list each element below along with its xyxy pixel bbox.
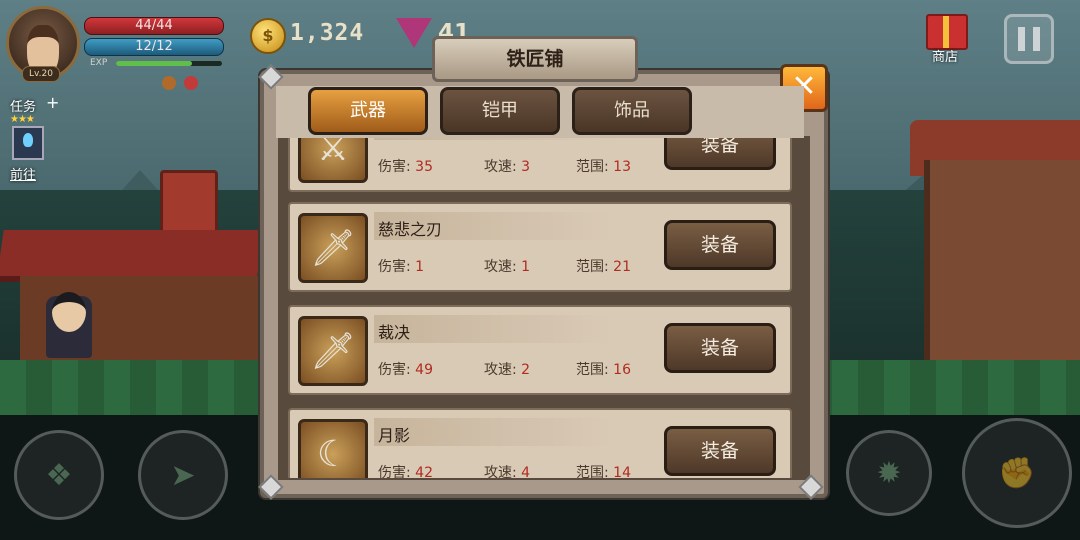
- weapon-name: 慈悲之刃: [378, 220, 443, 239]
- range-stat: 范围: 13: [576, 159, 631, 175]
- dialog-title: 铁匠铺: [506, 48, 564, 70]
- name-band: [374, 138, 614, 140]
- range-stat: 范围: 14: [576, 465, 631, 478]
- range-stat: 范围: 16: [576, 362, 631, 378]
- tab-weapons[interactable]: 武器: [308, 87, 428, 135]
- exp-label: EXP: [90, 58, 108, 68]
- equip-button[interactable]: 装备: [664, 138, 776, 170]
- task-label: 任务: [10, 100, 37, 115]
- house: [924, 160, 1080, 360]
- range-stat: 范围: 21: [576, 259, 631, 275]
- equip-button[interactable]: 装备: [664, 323, 776, 373]
- dash-button[interactable]: ➤: [138, 430, 228, 520]
- shop-label[interactable]: 商店: [926, 46, 964, 65]
- weapon-card: ⚔ 伤害: 35 攻速: 3 范围: 13 装备: [288, 138, 792, 192]
- attack-button[interactable]: ✊: [962, 418, 1072, 528]
- speed-stat: 攻速: 4: [484, 465, 531, 478]
- blade-steel-icon: 🗡: [298, 316, 368, 386]
- exp-bar-fill: [116, 61, 193, 66]
- skill-button-1[interactable]: ❖: [14, 430, 104, 520]
- speed-stat: 攻速: 1: [484, 259, 531, 275]
- damage-stat: 伤害: 35: [378, 159, 433, 175]
- sword-green-icon: 🗡: [298, 213, 368, 283]
- tab-armor[interactable]: 铠甲: [440, 87, 560, 135]
- weapon-card: 🗡 裁决 伤害: 49 攻速: 2 范围: 16 装备: [288, 305, 792, 395]
- gem-icon: [396, 18, 432, 48]
- weapon-card: ☾ 月影 伤害: 42 攻速: 4 范围: 14 装备: [288, 408, 792, 478]
- shop-gift-icon[interactable]: [926, 14, 968, 50]
- burst-icon: ✹: [876, 455, 902, 491]
- tab-accessories[interactable]: 饰品: [572, 87, 692, 135]
- quest-stars: ★★★: [10, 114, 35, 125]
- curved-blade-icon: ☾: [298, 419, 368, 478]
- buff-icon: [162, 76, 176, 90]
- pause-button[interactable]: [1004, 14, 1054, 64]
- quest-crystal-icon[interactable]: [12, 126, 44, 160]
- dash-icon: ➤: [170, 457, 196, 493]
- sword-red-icon: ⚔: [298, 138, 368, 183]
- weapon-list[interactable]: ⚔ 伤害: 35 攻速: 3 范围: 13 装备 🗡 慈悲之刃 伤害: 1 攻速…: [276, 138, 804, 478]
- damage-stat: 伤害: 1: [378, 259, 425, 275]
- mp-bar: 12/12: [84, 38, 224, 56]
- gold-coin-icon: $: [250, 18, 286, 54]
- exp-bar: [116, 61, 222, 66]
- hp-bar: 44/44: [84, 17, 224, 35]
- speed-stat: 攻速: 2: [484, 362, 531, 378]
- level-badge: Lv.20: [22, 66, 60, 82]
- player-character-head: [52, 292, 86, 332]
- weapon-name: 裁决: [378, 323, 411, 342]
- weapon-card: 🗡 慈悲之刃 伤害: 1 攻速: 1 范围: 21 装备: [288, 202, 792, 292]
- equip-button[interactable]: 装备: [664, 220, 776, 270]
- equip-button[interactable]: 装备: [664, 426, 776, 476]
- weapon-name: 月影: [378, 426, 411, 445]
- leaf-skill-icon: ❖: [45, 457, 73, 493]
- speed-stat: 攻速: 3: [484, 159, 531, 175]
- damage-stat: 伤害: 42: [378, 465, 433, 478]
- fist-icon: ✊: [998, 455, 1036, 491]
- task-expand-button[interactable]: +: [46, 93, 59, 112]
- market-stall-roof: [0, 230, 264, 282]
- debuff-icon: [184, 76, 198, 90]
- damage-stat: 伤害: 49: [378, 362, 433, 378]
- special-skill-button[interactable]: ✹: [846, 430, 932, 516]
- gold-count: 1,324: [290, 20, 365, 46]
- goto-link[interactable]: 前往: [10, 164, 36, 183]
